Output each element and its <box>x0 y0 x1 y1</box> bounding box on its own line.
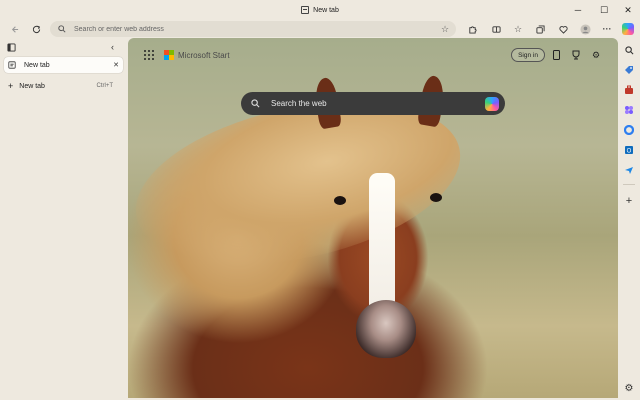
new-tab-button[interactable]: + New tab Ctrl+T <box>4 79 123 93</box>
close-icon: ✕ <box>624 4 632 15</box>
refresh-icon[interactable] <box>29 22 43 36</box>
extensions-icon[interactable] <box>465 22 479 36</box>
window-title: New tab <box>313 6 339 14</box>
svg-text:O: O <box>627 148 632 154</box>
minimize-button[interactable]: ─ <box>566 0 590 20</box>
tab-label: New tab <box>24 61 50 69</box>
add-icon[interactable]: + <box>622 194 636 208</box>
search-sidebar-icon[interactable] <box>622 43 636 57</box>
shopping-icon[interactable] <box>622 63 636 77</box>
outlook-icon[interactable]: O <box>622 143 636 157</box>
page-icon <box>8 61 16 69</box>
tab-actions-icon[interactable] <box>7 43 16 52</box>
web-search-input[interactable] <box>265 98 485 109</box>
collections-icon[interactable] <box>533 22 547 36</box>
favorites-icon[interactable]: ☆ <box>511 22 525 36</box>
horse-image <box>430 193 442 202</box>
tools-icon[interactable] <box>622 83 636 97</box>
phone-icon[interactable] <box>549 48 563 62</box>
plus-icon: + <box>8 81 14 91</box>
close-window-button[interactable]: ✕ <box>616 0 640 20</box>
profile-icon[interactable] <box>578 22 592 36</box>
maximize-button[interactable]: ☐ <box>592 0 616 20</box>
sidebar-divider <box>623 184 635 185</box>
drop-icon[interactable] <box>622 163 636 177</box>
split-screen-icon[interactable] <box>489 22 503 36</box>
tab-new-tab[interactable]: New tab ✕ <box>4 57 123 73</box>
settings-icon[interactable]: ⚙ <box>622 381 636 395</box>
maximize-icon: ☐ <box>599 4 609 15</box>
games-icon[interactable] <box>622 103 636 117</box>
sign-in-button[interactable]: Sign in <box>511 48 545 62</box>
copilot-icon[interactable] <box>621 22 635 36</box>
address-input[interactable] <box>70 25 438 33</box>
web-search-box[interactable] <box>241 92 505 115</box>
rewards-icon[interactable] <box>569 48 583 62</box>
title-bar: New tab ─ ☐ ✕ <box>0 0 640 20</box>
copilot-icon[interactable] <box>485 96 499 111</box>
shortcut-hint: Ctrl+T <box>96 83 114 89</box>
browser-essentials-icon[interactable] <box>556 22 570 36</box>
close-tab-icon[interactable]: ✕ <box>113 61 119 69</box>
brand-label[interactable]: Microsoft Start <box>178 51 230 60</box>
horse-image <box>334 196 346 205</box>
microsoft-start-header: Microsoft Start <box>144 48 230 62</box>
minimize-icon: ─ <box>574 5 582 15</box>
more-icon[interactable]: ··· <box>600 22 614 36</box>
horse-image <box>356 300 416 358</box>
microsoft-365-icon[interactable] <box>622 123 636 137</box>
back-icon[interactable] <box>7 22 21 36</box>
settings-gear-icon[interactable]: ⚙ <box>589 48 603 62</box>
star-icon[interactable]: ☆ <box>438 24 452 35</box>
window-title-area: New tab <box>0 0 640 20</box>
search-icon <box>251 99 265 108</box>
page-icon <box>301 6 310 14</box>
apps-grid-icon[interactable] <box>144 50 154 60</box>
collapse-pane-icon[interactable]: ‹ <box>111 42 114 52</box>
search-icon <box>58 25 70 33</box>
microsoft-logo <box>164 50 174 60</box>
new-tab-label: New tab <box>19 82 45 90</box>
address-bar[interactable]: ☆ <box>50 21 456 37</box>
